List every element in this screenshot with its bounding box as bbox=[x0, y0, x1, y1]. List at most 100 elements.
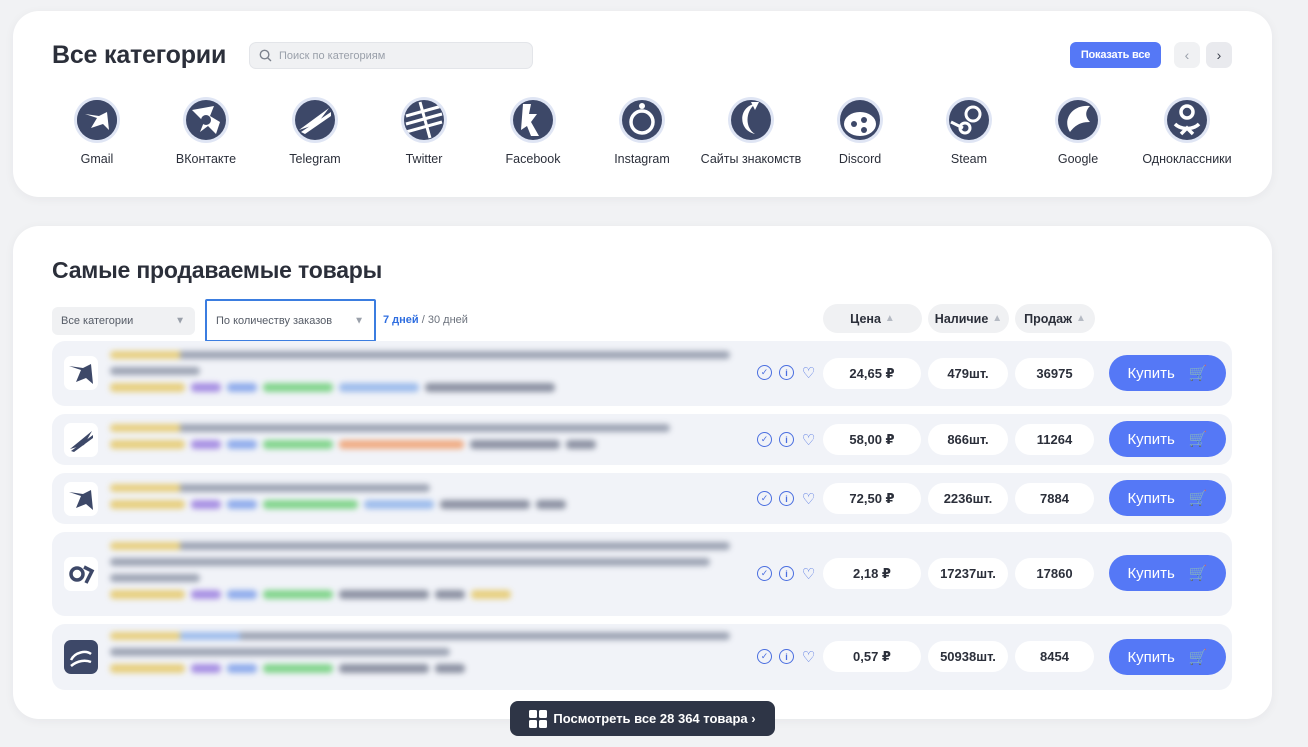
gmail-icon bbox=[64, 356, 98, 390]
cart-icon: 🛒 bbox=[1188, 490, 1208, 507]
discord-icon bbox=[840, 100, 880, 140]
heart-icon[interactable]: ♡ bbox=[801, 566, 816, 583]
categories-title: Все категории bbox=[52, 41, 227, 69]
search-icon bbox=[259, 49, 272, 62]
products-card: Самые продаваемые товары Все категории ▼… bbox=[13, 226, 1272, 719]
show-all-button[interactable]: Показать все bbox=[1070, 42, 1161, 68]
chevron-left-icon[interactable]: ‹ bbox=[1174, 42, 1200, 68]
product-description bbox=[110, 351, 746, 392]
product-price: 72,50 ₽ bbox=[823, 483, 921, 514]
product-row[interactable]: ✓ i ♡ 58,00 ₽ 866шт. 11264 Купить 🛒 bbox=[52, 414, 1232, 465]
period-7-days[interactable]: 7 дней bbox=[383, 314, 419, 326]
category-facebook[interactable]: Facebook bbox=[478, 97, 588, 166]
instagram-icon bbox=[622, 100, 662, 140]
category-twitter[interactable]: Twitter bbox=[369, 97, 479, 166]
verified-icon[interactable]: ✓ bbox=[757, 566, 772, 581]
facebook-icon bbox=[513, 100, 553, 140]
sort-by-price[interactable]: Цена ▲ bbox=[823, 304, 922, 333]
verified-icon[interactable]: ✓ bbox=[757, 432, 772, 447]
category-dating[interactable]: Сайты знакомств bbox=[696, 97, 806, 166]
verified-icon[interactable]: ✓ bbox=[757, 491, 772, 506]
sort-select[interactable]: По количеству заказов ▼ bbox=[205, 299, 376, 342]
category-filter-select[interactable]: Все категории ▼ bbox=[52, 307, 195, 335]
product-price: 2,18 ₽ bbox=[823, 558, 921, 589]
info-icon[interactable]: i bbox=[779, 491, 794, 506]
product-price: 0,57 ₽ bbox=[823, 641, 921, 672]
heart-icon[interactable]: ♡ bbox=[801, 365, 816, 382]
product-sales: 36975 bbox=[1015, 358, 1094, 389]
product-price: 24,65 ₽ bbox=[823, 358, 921, 389]
period-30-days[interactable]: 30 дней bbox=[428, 314, 468, 326]
product-stock: 50938шт. bbox=[928, 641, 1008, 672]
category-search-input[interactable] bbox=[279, 49, 519, 62]
product-sales: 8454 bbox=[1015, 641, 1094, 672]
steam-icon bbox=[949, 100, 989, 140]
product-sales: 17860 bbox=[1015, 558, 1094, 589]
sort-by-sales[interactable]: Продаж ▲ bbox=[1015, 304, 1095, 333]
dating-icon bbox=[731, 100, 771, 140]
category-steam[interactable]: Steam bbox=[914, 97, 1024, 166]
category-google[interactable]: Google bbox=[1023, 97, 1133, 166]
buy-button[interactable]: Купить 🛒 bbox=[1109, 355, 1226, 391]
twitter-icon bbox=[404, 100, 444, 140]
cart-icon: 🛒 bbox=[1188, 365, 1208, 382]
buy-button[interactable]: Купить 🛒 bbox=[1109, 555, 1226, 591]
chevron-down-icon: ▼ bbox=[354, 315, 364, 326]
ok-icon bbox=[64, 557, 98, 591]
buy-button[interactable]: Купить 🛒 bbox=[1109, 639, 1226, 675]
product-row[interactable]: ✓ i ♡ 0,57 ₽ 50938шт. 8454 Купить 🛒 bbox=[52, 624, 1232, 690]
buy-button[interactable]: Купить 🛒 bbox=[1109, 421, 1226, 457]
product-description bbox=[110, 542, 746, 599]
gmail-icon bbox=[64, 482, 98, 516]
chevron-up-icon: ▲ bbox=[884, 313, 895, 324]
products-title: Самые продаваемые товары bbox=[52, 257, 383, 283]
buy-button[interactable]: Купить 🛒 bbox=[1109, 480, 1226, 516]
category-search[interactable] bbox=[249, 42, 533, 69]
info-icon[interactable]: i bbox=[779, 432, 794, 447]
heart-icon[interactable]: ♡ bbox=[801, 432, 816, 449]
product-description bbox=[110, 484, 746, 509]
product-stock: 17237шт. bbox=[928, 558, 1008, 589]
product-sales: 11264 bbox=[1015, 424, 1094, 455]
chevron-down-icon: ▼ bbox=[175, 315, 185, 327]
telegram-icon bbox=[295, 100, 335, 140]
category-gmail[interactable]: Gmail bbox=[42, 97, 152, 166]
grid-icon bbox=[529, 709, 548, 728]
chevron-up-icon: ▲ bbox=[992, 313, 1003, 324]
ok-icon bbox=[1167, 100, 1207, 140]
product-stock: 2236шт. bbox=[928, 483, 1008, 514]
cart-icon: 🛒 bbox=[1188, 649, 1208, 666]
info-icon[interactable]: i bbox=[779, 649, 794, 664]
verified-icon[interactable]: ✓ bbox=[757, 365, 772, 380]
info-icon[interactable]: i bbox=[779, 365, 794, 380]
cart-icon: 🛒 bbox=[1188, 431, 1208, 448]
categories-card: Все категории Показать все ‹ › Gmail ВКо… bbox=[13, 11, 1272, 197]
telegram-icon bbox=[64, 423, 98, 457]
product-row[interactable]: ✓ i ♡ 24,65 ₽ 479шт. 36975 Купить 🛒 bbox=[52, 341, 1232, 406]
category-list: Gmail ВКонтакте Telegram Twitter Faceboo… bbox=[42, 97, 1252, 167]
chevron-right-icon[interactable]: › bbox=[1206, 42, 1232, 68]
period-switch: 7 дней / 30 дней bbox=[383, 314, 468, 326]
rambler-icon bbox=[64, 640, 98, 674]
category-discord[interactable]: Discord bbox=[805, 97, 915, 166]
category-vk[interactable]: ВКонтакте bbox=[151, 97, 261, 166]
product-stock: 479шт. bbox=[928, 358, 1008, 389]
product-row[interactable]: ✓ i ♡ 2,18 ₽ 17237шт. 17860 Купить 🛒 bbox=[52, 532, 1232, 616]
verified-icon[interactable]: ✓ bbox=[757, 649, 772, 664]
category-odnoklassniki[interactable]: Одноклассники bbox=[1132, 97, 1242, 166]
gmail-icon bbox=[77, 100, 117, 140]
heart-icon[interactable]: ♡ bbox=[801, 491, 816, 508]
cart-icon: 🛒 bbox=[1188, 565, 1208, 582]
google-icon bbox=[1058, 100, 1098, 140]
sort-by-stock[interactable]: Наличие ▲ bbox=[928, 304, 1009, 333]
view-all-products-button[interactable]: Посмотреть все 28 364 товара › bbox=[510, 701, 775, 736]
product-row[interactable]: ✓ i ♡ 72,50 ₽ 2236шт. 7884 Купить 🛒 bbox=[52, 473, 1232, 524]
heart-icon[interactable]: ♡ bbox=[801, 649, 816, 666]
product-sales: 7884 bbox=[1015, 483, 1094, 514]
product-price: 58,00 ₽ bbox=[823, 424, 921, 455]
vk-icon bbox=[186, 100, 226, 140]
category-instagram[interactable]: Instagram bbox=[587, 97, 697, 166]
category-telegram[interactable]: Telegram bbox=[260, 97, 370, 166]
product-stock: 866шт. bbox=[928, 424, 1008, 455]
info-icon[interactable]: i bbox=[779, 566, 794, 581]
